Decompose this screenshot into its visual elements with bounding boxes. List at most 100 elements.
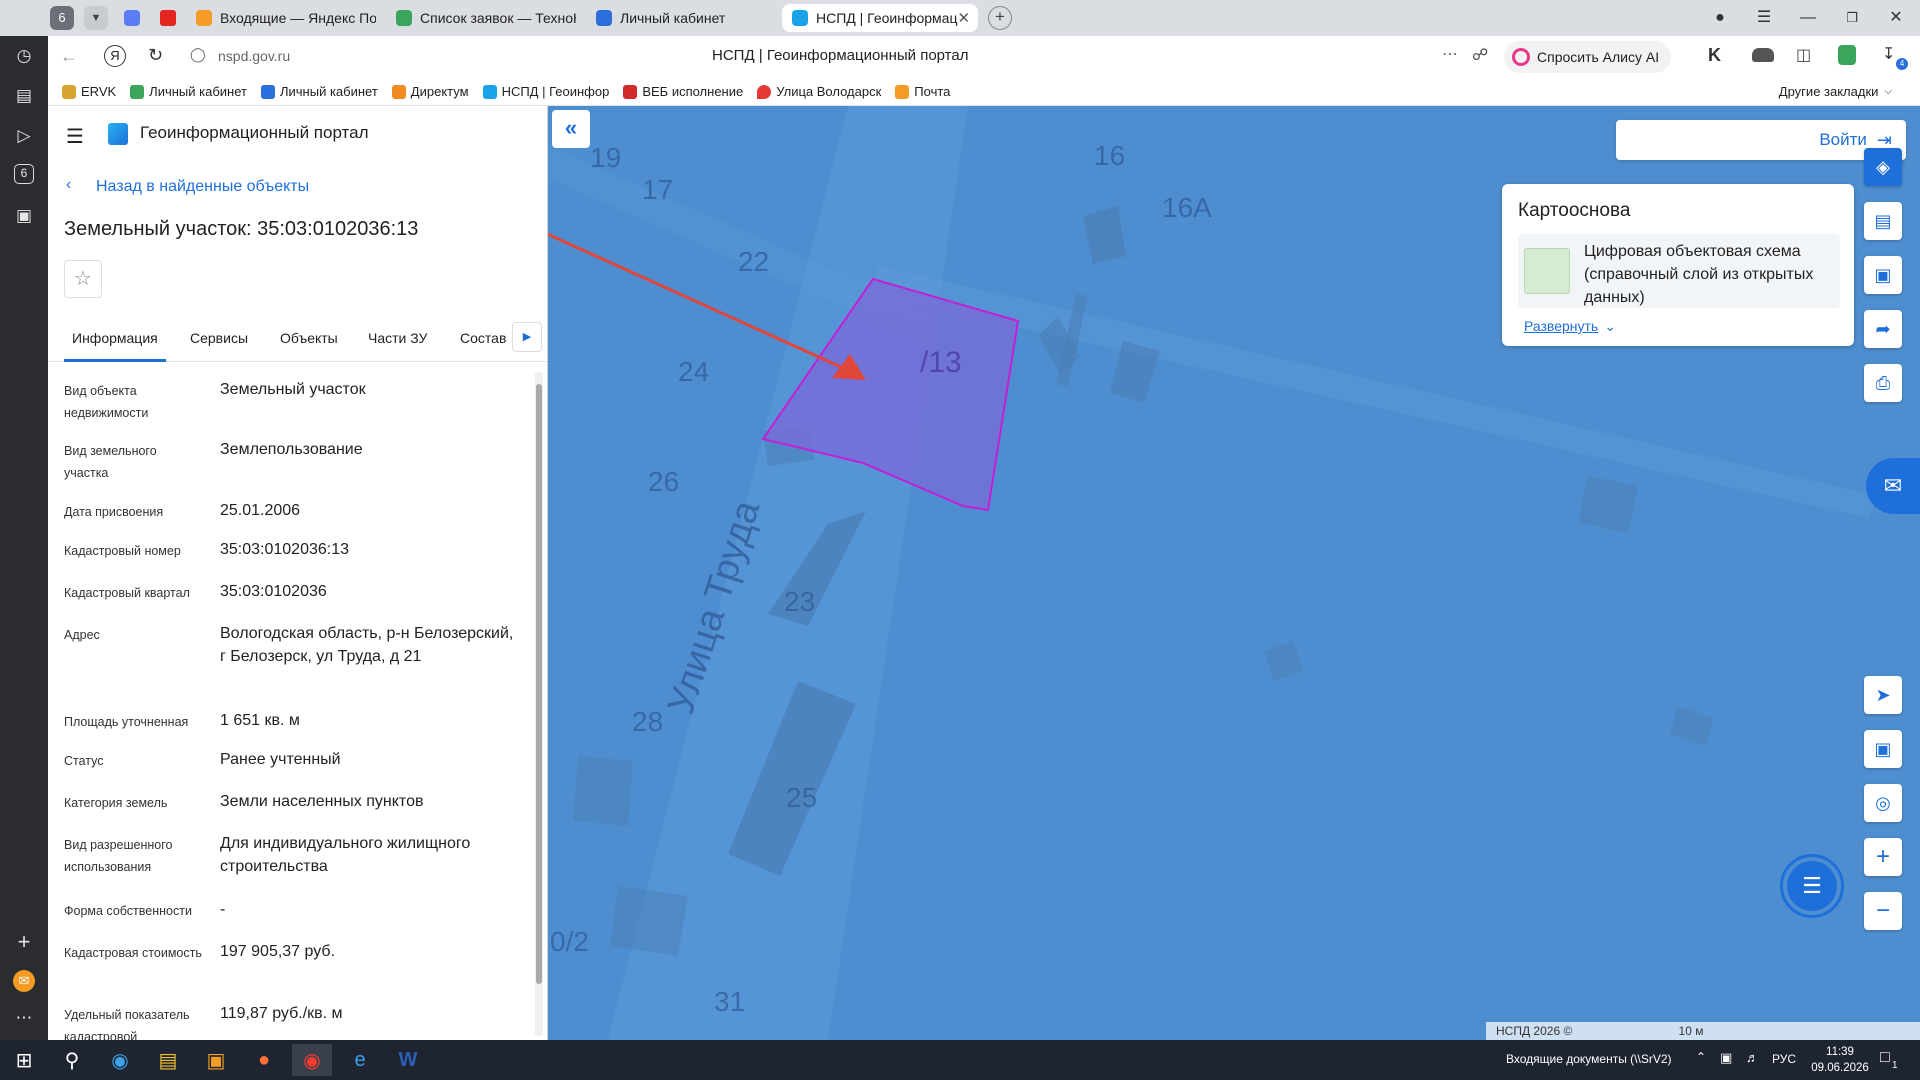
more-actions-icon[interactable]: ⋯ [1442, 44, 1458, 64]
tab-information[interactable]: Информация [72, 330, 158, 346]
firefox-icon[interactable]: ● [244, 1044, 284, 1076]
ask-alice-button[interactable]: Спросить Алису AI [1504, 41, 1672, 73]
more-icon[interactable]: ⋯ [12, 1006, 36, 1030]
tab-mail[interactable]: Входящие — Яндекс Поч [186, 4, 376, 32]
search-icon[interactable]: ⚲ [52, 1044, 92, 1076]
network-icon[interactable]: ▣ [1720, 1050, 1732, 1066]
tray-notification-text[interactable]: Входящие документы (\\SrV2) [1506, 1052, 1672, 1066]
field-label: Дата присвоения [64, 505, 164, 519]
share-button[interactable]: ➦ [1864, 310, 1902, 348]
reload-icon[interactable]: ↻ [148, 45, 163, 66]
language-indicator[interactable]: РУС [1772, 1052, 1796, 1066]
back-chevron-icon[interactable]: ‹ [66, 176, 71, 194]
tab-objects[interactable]: Объекты [280, 330, 338, 346]
bookmark-item[interactable]: ВЕБ исполнение [623, 84, 743, 99]
action-center-icon[interactable]: □ [1880, 1049, 1890, 1067]
word-icon[interactable]: W [388, 1044, 428, 1076]
hamburger-menu-icon[interactable]: ☰ [66, 124, 84, 149]
tab-count-badge[interactable]: 6 [50, 6, 74, 30]
minimize-icon[interactable]: — [1796, 6, 1820, 30]
other-bookmarks[interactable]: Другие закладки ⌵ [1779, 84, 1892, 99]
reader-icon[interactable]: ▤ [12, 84, 36, 108]
layers-button[interactable]: ◈ [1864, 148, 1902, 186]
internet-explorer-icon[interactable]: e [340, 1044, 380, 1076]
minimap-button[interactable]: ▣ [1864, 730, 1902, 768]
clock-date: 09.06.2026 [1811, 1062, 1869, 1074]
tab-parts[interactable]: Части ЗУ [368, 330, 427, 346]
bookmark-item[interactable]: Директум [391, 84, 469, 99]
bookmark-item[interactable]: ERVK [62, 84, 116, 99]
mail-favicon-icon [196, 10, 212, 26]
pinned-tab-icon[interactable] [124, 10, 140, 26]
tab-services[interactable]: Сервисы [190, 330, 248, 346]
outlook-icon[interactable]: ▣ [196, 1044, 236, 1076]
tray-expand-icon[interactable]: ⌃ [1696, 1050, 1706, 1064]
chat-button[interactable]: ☰ [1780, 854, 1844, 918]
minimap-icon: ▣ [1874, 738, 1892, 759]
locate-button[interactable]: ➤ [1864, 676, 1902, 714]
expand-link[interactable]: Развернуть ⌄ [1524, 318, 1616, 335]
add-panel-icon[interactable]: + [12, 930, 36, 954]
account-icon[interactable]: ● [1708, 6, 1732, 30]
extension-k-icon[interactable]: K [1708, 45, 1721, 66]
zoom-out-button[interactable]: − [1864, 892, 1902, 930]
bookmark-item[interactable]: Улица Володарск [757, 84, 881, 99]
scrollbar-thumb[interactable] [536, 384, 542, 984]
bookmark-item[interactable]: НСПД | Геоинфор [482, 84, 609, 99]
favorite-star-icon[interactable]: ☆ [64, 260, 102, 298]
map-view[interactable]: 19 17 16 16А 22 24 26 23 28 25 0/2 31 /1… [548, 106, 1920, 1040]
field-value: 25.01.2006 [220, 502, 301, 519]
close-window-icon[interactable]: ✕ [1884, 6, 1908, 30]
back-to-results-link[interactable]: Назад в найденные объекты [96, 178, 309, 196]
yandex-browser-icon[interactable]: ◉ [292, 1044, 332, 1076]
history-icon[interactable]: ◷ [12, 44, 36, 68]
windows-start-icon[interactable]: ⊞ [4, 1044, 44, 1076]
measure-button[interactable]: ▤ [1864, 202, 1902, 240]
screenshot-icon[interactable]: ▣ [12, 204, 36, 228]
edge-icon[interactable]: ◉ [100, 1044, 140, 1076]
zoom-in-button[interactable]: + [1864, 838, 1902, 876]
login-button[interactable]: Войти ⇥ [1616, 120, 1906, 160]
yandex-icon[interactable]: Я [104, 45, 126, 67]
extension-hat-icon[interactable] [1752, 48, 1774, 62]
volume-icon[interactable]: ♬ [1746, 1050, 1759, 1065]
file-explorer-icon[interactable]: ▤ [148, 1044, 188, 1076]
basemap-layer-item[interactable]: Цифровая объектовая схема (справочный сл… [1518, 234, 1840, 308]
back-icon[interactable]: ← [60, 46, 78, 67]
menu-icon[interactable]: ☰ [1752, 6, 1776, 30]
pinned-tab-icon[interactable] [160, 10, 176, 26]
downloads-icon[interactable]: ↧ [1882, 44, 1895, 64]
collapse-panel-button[interactable]: « [552, 110, 590, 148]
side-badge-icon[interactable]: 6 [14, 164, 34, 184]
extension-green-icon[interactable] [1838, 45, 1856, 65]
geo-search-button[interactable]: ◎ [1864, 784, 1902, 822]
bookmark-item[interactable]: Почта [895, 84, 950, 99]
scale-bar: 10 м [1646, 1022, 1736, 1040]
clock[interactable]: 11:39 09.06.2026 [1808, 1044, 1872, 1076]
select-area-button[interactable]: ▣ [1864, 256, 1902, 294]
alice-icon [1512, 48, 1530, 66]
new-tab-icon[interactable]: + [988, 6, 1012, 30]
bookmark-item[interactable]: Личный кабинет [130, 84, 247, 99]
mail-app-icon[interactable]: ✉ [13, 970, 35, 992]
extension-puzzle-icon[interactable]: ◫ [1796, 45, 1811, 65]
tabs-scroll-right-icon[interactable]: ▶ [512, 322, 542, 352]
address-value: Вологодская область, р-н Белозерский, г … [220, 625, 514, 665]
tab-account[interactable]: Личный кабинет [586, 4, 776, 32]
scrollbar-track[interactable] [535, 372, 543, 1036]
requests-favicon-icon [396, 10, 412, 26]
video-icon[interactable]: ▷ [12, 124, 36, 148]
restore-icon[interactable]: ❐ [1840, 6, 1864, 30]
bookmark-icon[interactable]: ☍ [1472, 45, 1488, 65]
tab-nspd[interactable]: НСПД | Геоинформац ✕ [782, 4, 978, 32]
tab-requests[interactable]: Список заявок — ТехноК [386, 4, 576, 32]
tab-composition[interactable]: Состав [460, 330, 506, 346]
print-button[interactable]: ⎙ [1864, 364, 1902, 402]
tabs-dropdown-icon[interactable]: ▼ [84, 6, 108, 30]
bookmark-item[interactable]: Личный кабинет [260, 84, 378, 99]
url-text[interactable]: nspd.gov.ru [218, 48, 290, 64]
close-tab-icon[interactable]: ✕ [957, 9, 970, 27]
site-info-icon[interactable]: ◯ [190, 46, 206, 63]
assistant-side-button[interactable]: ✉ [1866, 458, 1920, 514]
layers-icon: ◈ [1876, 156, 1890, 177]
